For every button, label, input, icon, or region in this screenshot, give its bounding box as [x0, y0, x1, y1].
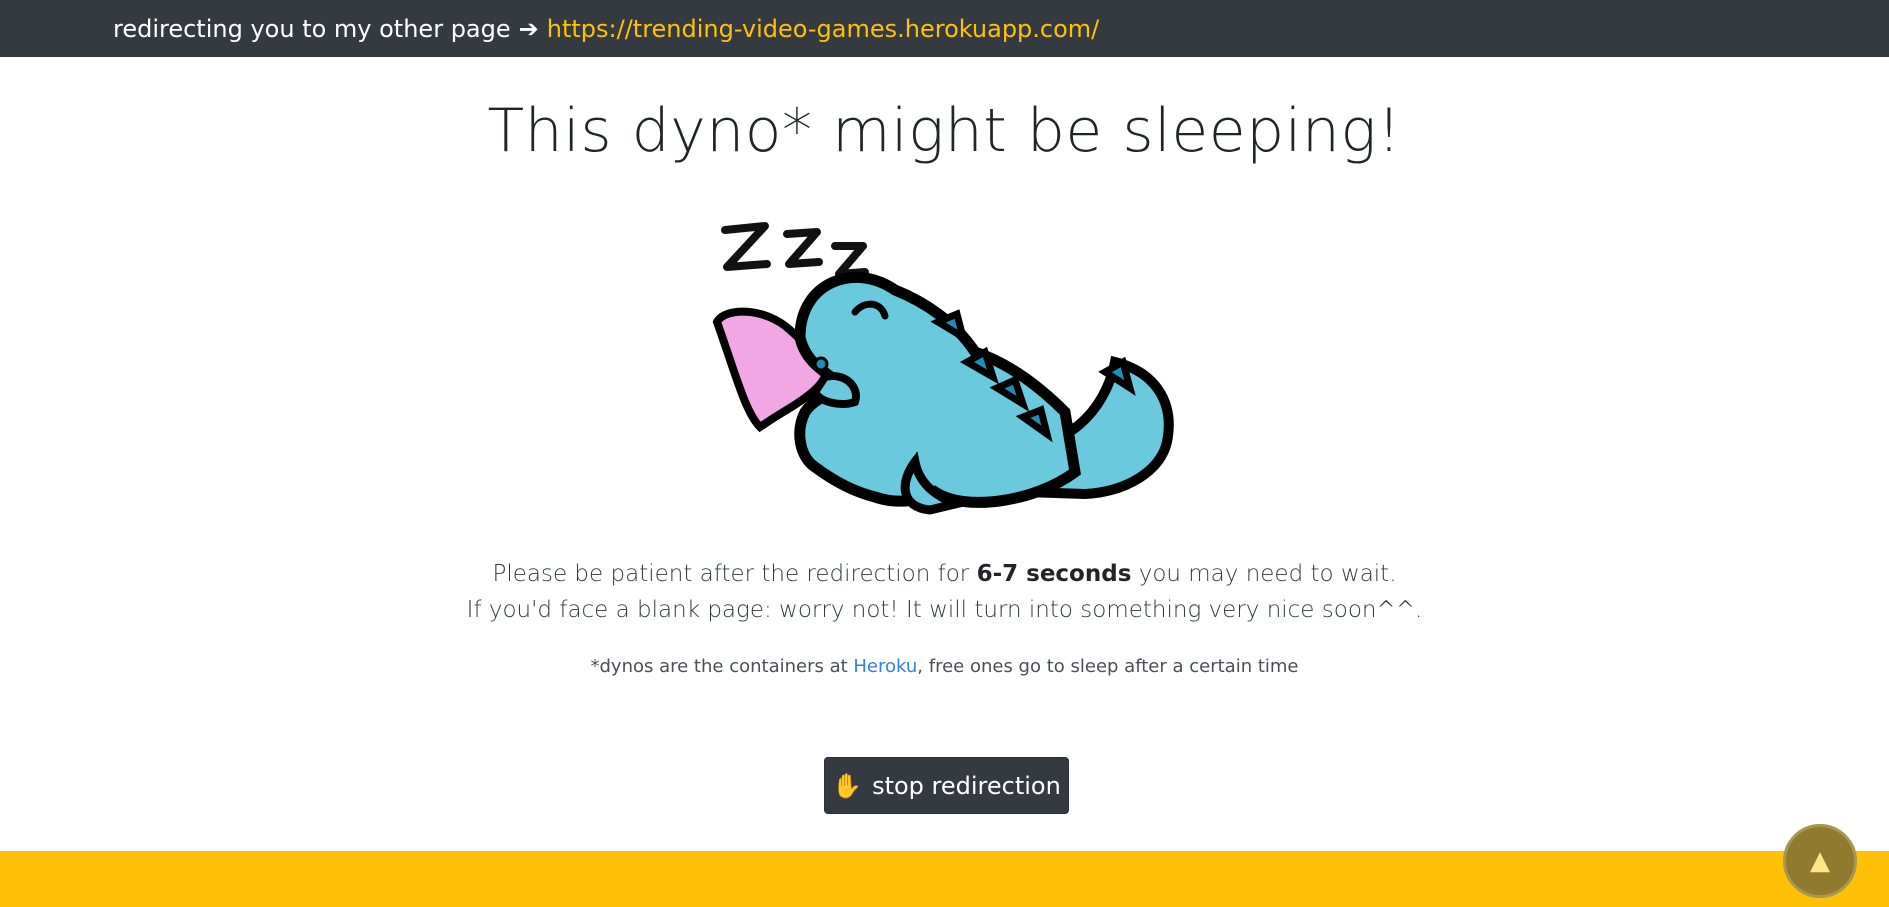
stop-redirection-label: stop redirection	[872, 771, 1061, 800]
arrow-up-icon: ▲	[1810, 846, 1830, 876]
footnote-text-before: *dynos are the containers at	[590, 656, 854, 677]
top-bar: redirecting you to my other page ➔ https…	[0, 0, 1889, 57]
patience-text-after: you may need to wait.	[1131, 561, 1397, 587]
raised-hand-icon: ✋	[832, 771, 863, 800]
patience-line-1: Please be patient after the redirection …	[0, 556, 1889, 592]
scroll-to-top-button[interactable]: ▲	[1783, 824, 1857, 898]
redirect-message: redirecting you to my other page	[113, 14, 511, 43]
patience-line-2: If you'd face a blank page: worry not! I…	[466, 597, 1423, 623]
redirect-link[interactable]: https://trending-video-games.herokuapp.c…	[547, 15, 1100, 43]
wait-duration: 6-7 seconds	[976, 561, 1132, 587]
arrow-right-icon: ➔	[518, 14, 539, 43]
patience-text-before: Please be patient after the redirection …	[492, 561, 977, 587]
footer-bar	[0, 851, 1889, 907]
footnote-text-after: , free ones go to sleep after a certain …	[917, 656, 1299, 677]
sleeping-dino-illustration	[712, 222, 1174, 515]
stop-redirection-button[interactable]: ✋ stop redirection	[824, 757, 1069, 814]
zzz-marks	[721, 222, 869, 278]
page-title: This dyno* might be sleeping!	[487, 96, 1402, 166]
heroku-link[interactable]: Heroku	[853, 656, 917, 677]
patience-message: Please be patient after the redirection …	[0, 556, 1889, 628]
dyno-footnote: *dynos are the containers at Heroku, fre…	[0, 656, 1889, 677]
